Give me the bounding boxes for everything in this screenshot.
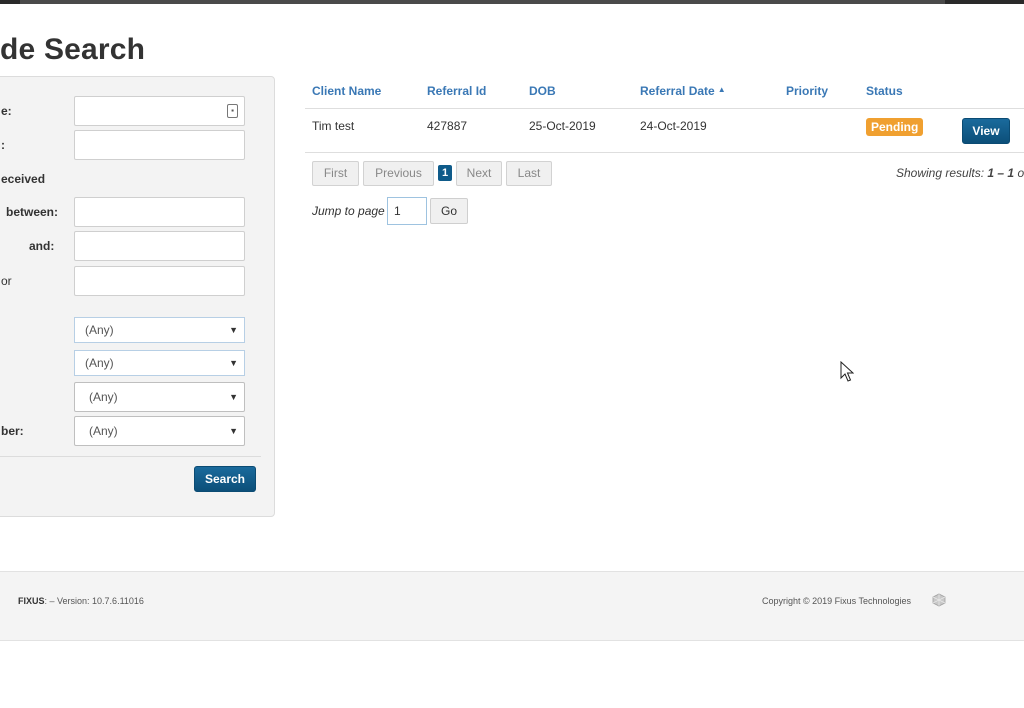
chevron-down-icon: ▼ — [229, 358, 238, 368]
row-divider — [305, 152, 1024, 153]
field1-label: e: — [1, 104, 12, 118]
field2-label: : — [1, 138, 5, 152]
or-input[interactable] — [74, 266, 245, 296]
between-label: between: — [6, 205, 59, 219]
date-from-input[interactable] — [74, 197, 245, 227]
received-section-heading: eceived — [1, 172, 46, 186]
column-header-referral-date[interactable]: Referral Date ▲ — [640, 84, 726, 98]
version-info: FIXUS: – Version: 10.7.6.11016 — [18, 596, 144, 606]
status-badge: Pending — [866, 118, 924, 136]
cell-referral-id: 427887 — [427, 119, 468, 133]
chevron-down-icon: ▼ — [229, 325, 238, 335]
mouse-cursor-icon — [840, 361, 854, 382]
search-button[interactable]: Search — [194, 466, 256, 492]
chevron-down-icon: ▼ — [229, 426, 238, 436]
pager-previous-button[interactable]: Previous — [363, 161, 434, 186]
copyright-text: Copyright © 2019 Fixus Technologies — [762, 596, 912, 606]
filter-select-2[interactable]: (Any) ▼ — [74, 350, 245, 376]
date-to-input[interactable] — [74, 231, 245, 261]
page-title: de Search — [0, 33, 146, 66]
pager-current-page[interactable]: 1 — [438, 165, 452, 181]
view-button[interactable]: View — [962, 118, 1010, 144]
browser-top-bar — [0, 0, 1024, 4]
chevron-down-icon: ▼ — [229, 392, 238, 402]
cell-dob: 25-Oct-2019 — [529, 119, 596, 133]
cell-referral-date: 24-Oct-2019 — [640, 119, 707, 133]
pager-next-button[interactable]: Next — [456, 161, 502, 186]
or-label: or — [1, 274, 12, 288]
contact-card-icon[interactable]: ▪ — [227, 104, 238, 118]
pager-first-button[interactable]: First — [312, 161, 359, 186]
cell-client-name: Tim test — [312, 119, 355, 133]
results-count: Showing results: 1 – 1 o — [896, 166, 1024, 180]
and-label: and: — [29, 239, 55, 253]
column-header-status[interactable]: Status — [866, 84, 903, 98]
go-button[interactable]: Go — [430, 198, 468, 224]
client-name-input[interactable]: ▪ — [74, 96, 245, 126]
column-header-referral-id[interactable]: Referral Id — [427, 84, 486, 98]
jump-to-page-label: Jump to page — [312, 204, 385, 218]
filter-select-3[interactable]: (Any) ▼ — [74, 382, 245, 412]
pager-last-button[interactable]: Last — [506, 161, 552, 186]
column-header-priority[interactable]: Priority — [786, 84, 828, 98]
fixus-logo-icon — [932, 593, 946, 607]
search-panel: e: ▪ : eceived between: and: or (Any) ▼ (… — [0, 76, 275, 517]
jump-to-page-input[interactable]: 1 — [387, 197, 427, 225]
number-label: ber: — [1, 424, 24, 438]
footer: FIXUS: – Version: 10.7.6.11016 Copyright… — [0, 571, 1024, 641]
sort-ascending-icon: ▲ — [717, 85, 726, 94]
column-header-dob[interactable]: DOB — [529, 84, 556, 98]
filter-select-4[interactable]: (Any) ▼ — [74, 416, 245, 446]
filter-select-1[interactable]: (Any) ▼ — [74, 317, 245, 343]
header-divider — [305, 108, 1024, 109]
field2-input[interactable] — [74, 130, 245, 160]
panel-divider — [0, 456, 261, 457]
column-header-client-name[interactable]: Client Name — [312, 84, 381, 98]
